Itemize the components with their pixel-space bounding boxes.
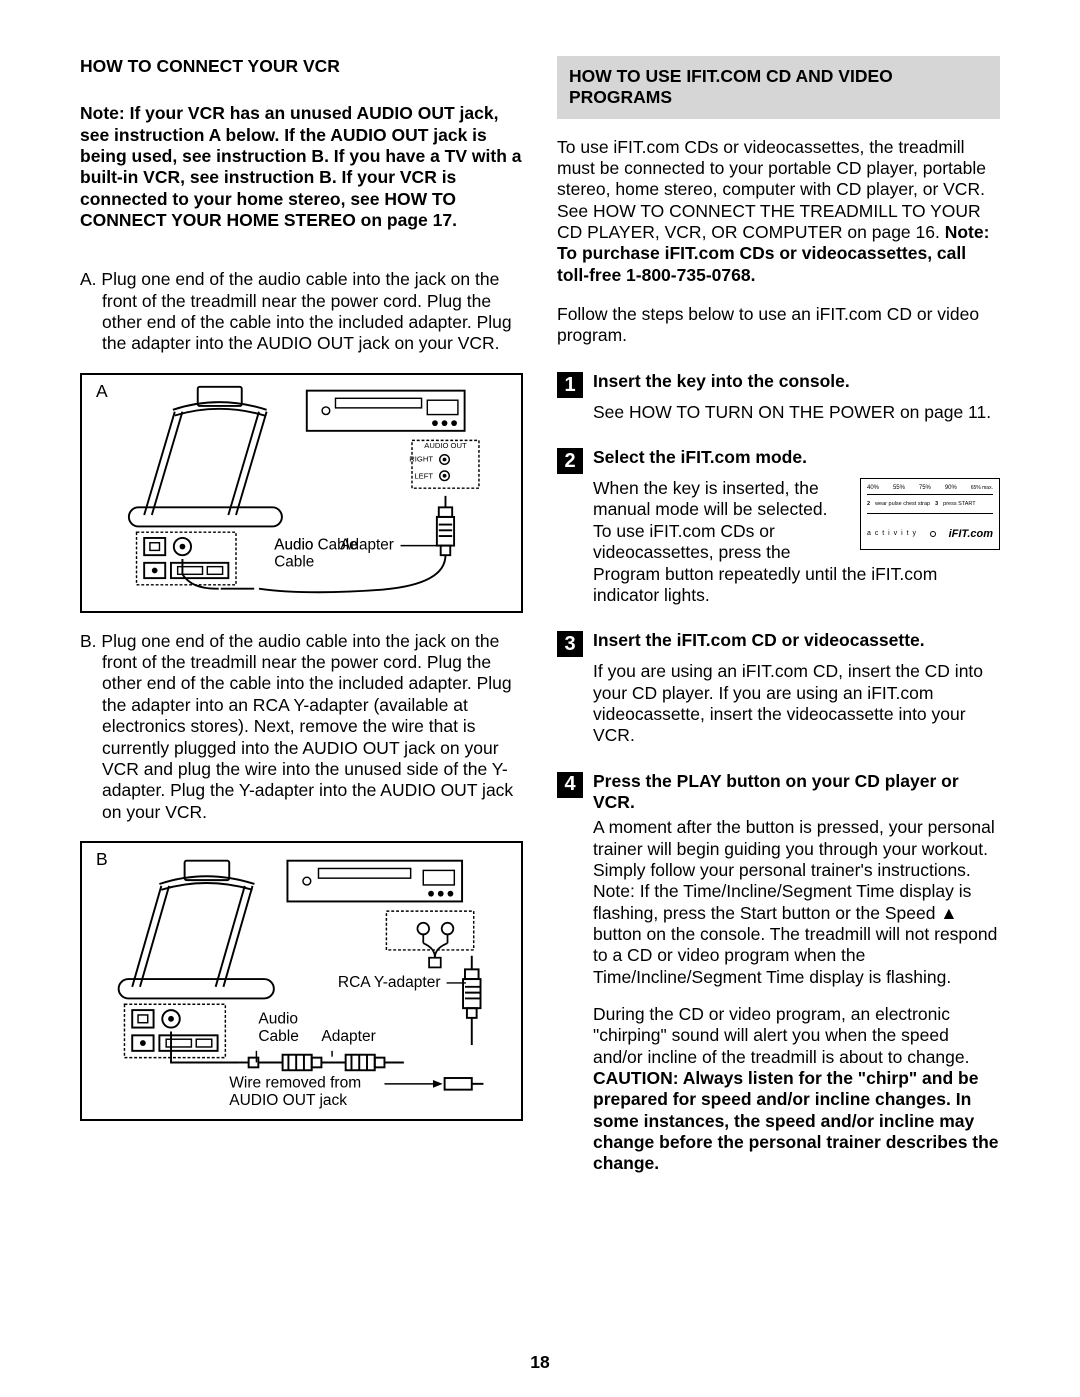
step-4-title: Press the PLAY button on your CD player …	[593, 771, 1000, 814]
fig-b-rca: RCA Y-adapter	[337, 974, 440, 991]
fig-a-left: LEFT	[414, 471, 433, 480]
step-1: 1 Insert the key into the console.	[557, 371, 1000, 398]
left-column: HOW TO CONNECT YOUR VCR Note: If your VC…	[80, 56, 523, 1175]
vcr-note: Note: If your VCR has an unused AUDIO OU…	[80, 103, 523, 231]
step-3-title: Insert the iFIT.com CD or videocassette.	[593, 630, 925, 651]
page-number: 18	[0, 1352, 1080, 1373]
instruction-a: A. Plug one end of the audio cable into …	[80, 269, 523, 354]
step-4-p1: A moment after the button is pressed, yo…	[557, 817, 1000, 988]
instruction-b: B. Plug one end of the audio cable into …	[80, 631, 523, 823]
intro-paragraph-2: Follow the steps below to use an iFIT.co…	[557, 304, 1000, 347]
svg-text:Wire removed from: Wire removed from	[229, 1075, 361, 1092]
svg-text:AUDIO OUT jack: AUDIO OUT jack	[229, 1092, 347, 1109]
step-2-body: 40%55%75%90% 65% max. 2wear pulse chest …	[557, 478, 1000, 606]
console-display-illustration: 40%55%75%90% 65% max. 2wear pulse chest …	[860, 478, 1000, 550]
step-4-p2: During the CD or video program, an elect…	[557, 1004, 1000, 1175]
step-3: 3 Insert the iFIT.com CD or videocassett…	[557, 630, 1000, 657]
step-1-number: 1	[557, 372, 583, 398]
step-3-body: If you are using an iFIT.com CD, insert …	[557, 661, 1000, 746]
figure-a-label: A	[96, 381, 108, 402]
svg-text:Audio: Audio	[274, 536, 313, 553]
figure-a: A	[80, 373, 523, 613]
figure-b-label: B	[96, 849, 108, 870]
step-2-number: 2	[557, 448, 583, 474]
step-1-body: See HOW TO TURN ON THE POWER on page 11.	[557, 402, 1000, 423]
step-2-title: Select the iFIT.com mode.	[593, 447, 807, 468]
step-1-title: Insert the key into the console.	[593, 371, 850, 392]
right-column: HOW TO USE IFIT.COM CD AND VIDEO PROGRAM…	[557, 56, 1000, 1175]
figure-b-diagram: RCA Y-adapter Audio Cable Adapter	[92, 851, 512, 1111]
step-2: 2 Select the iFIT.com mode.	[557, 447, 1000, 474]
intro-paragraph-1: To use iFIT.com CDs or videocassettes, t…	[557, 137, 1000, 286]
fig-a-audioout: AUDIO OUT	[424, 441, 467, 450]
right-heading: HOW TO USE IFIT.COM CD AND VIDEO PROGRAM…	[557, 56, 1000, 119]
step-3-number: 3	[557, 631, 583, 657]
svg-text:Cable: Cable	[274, 553, 314, 570]
fig-a-right: RIGHT	[409, 454, 433, 463]
figure-b: B	[80, 841, 523, 1121]
left-heading: HOW TO CONNECT YOUR VCR	[80, 56, 523, 77]
svg-text:Audio: Audio	[258, 1011, 298, 1028]
svg-text:Cable: Cable	[258, 1028, 299, 1045]
figure-a-diagram: AUDIO OUT RIGHT LEFT	[92, 383, 512, 603]
step-4-number: 4	[557, 772, 583, 798]
fig-b-adapter: Adapter	[321, 1028, 375, 1045]
step-4: 4 Press the PLAY button on your CD playe…	[557, 771, 1000, 814]
fig-a-adapter-label: Adapter	[340, 536, 394, 553]
